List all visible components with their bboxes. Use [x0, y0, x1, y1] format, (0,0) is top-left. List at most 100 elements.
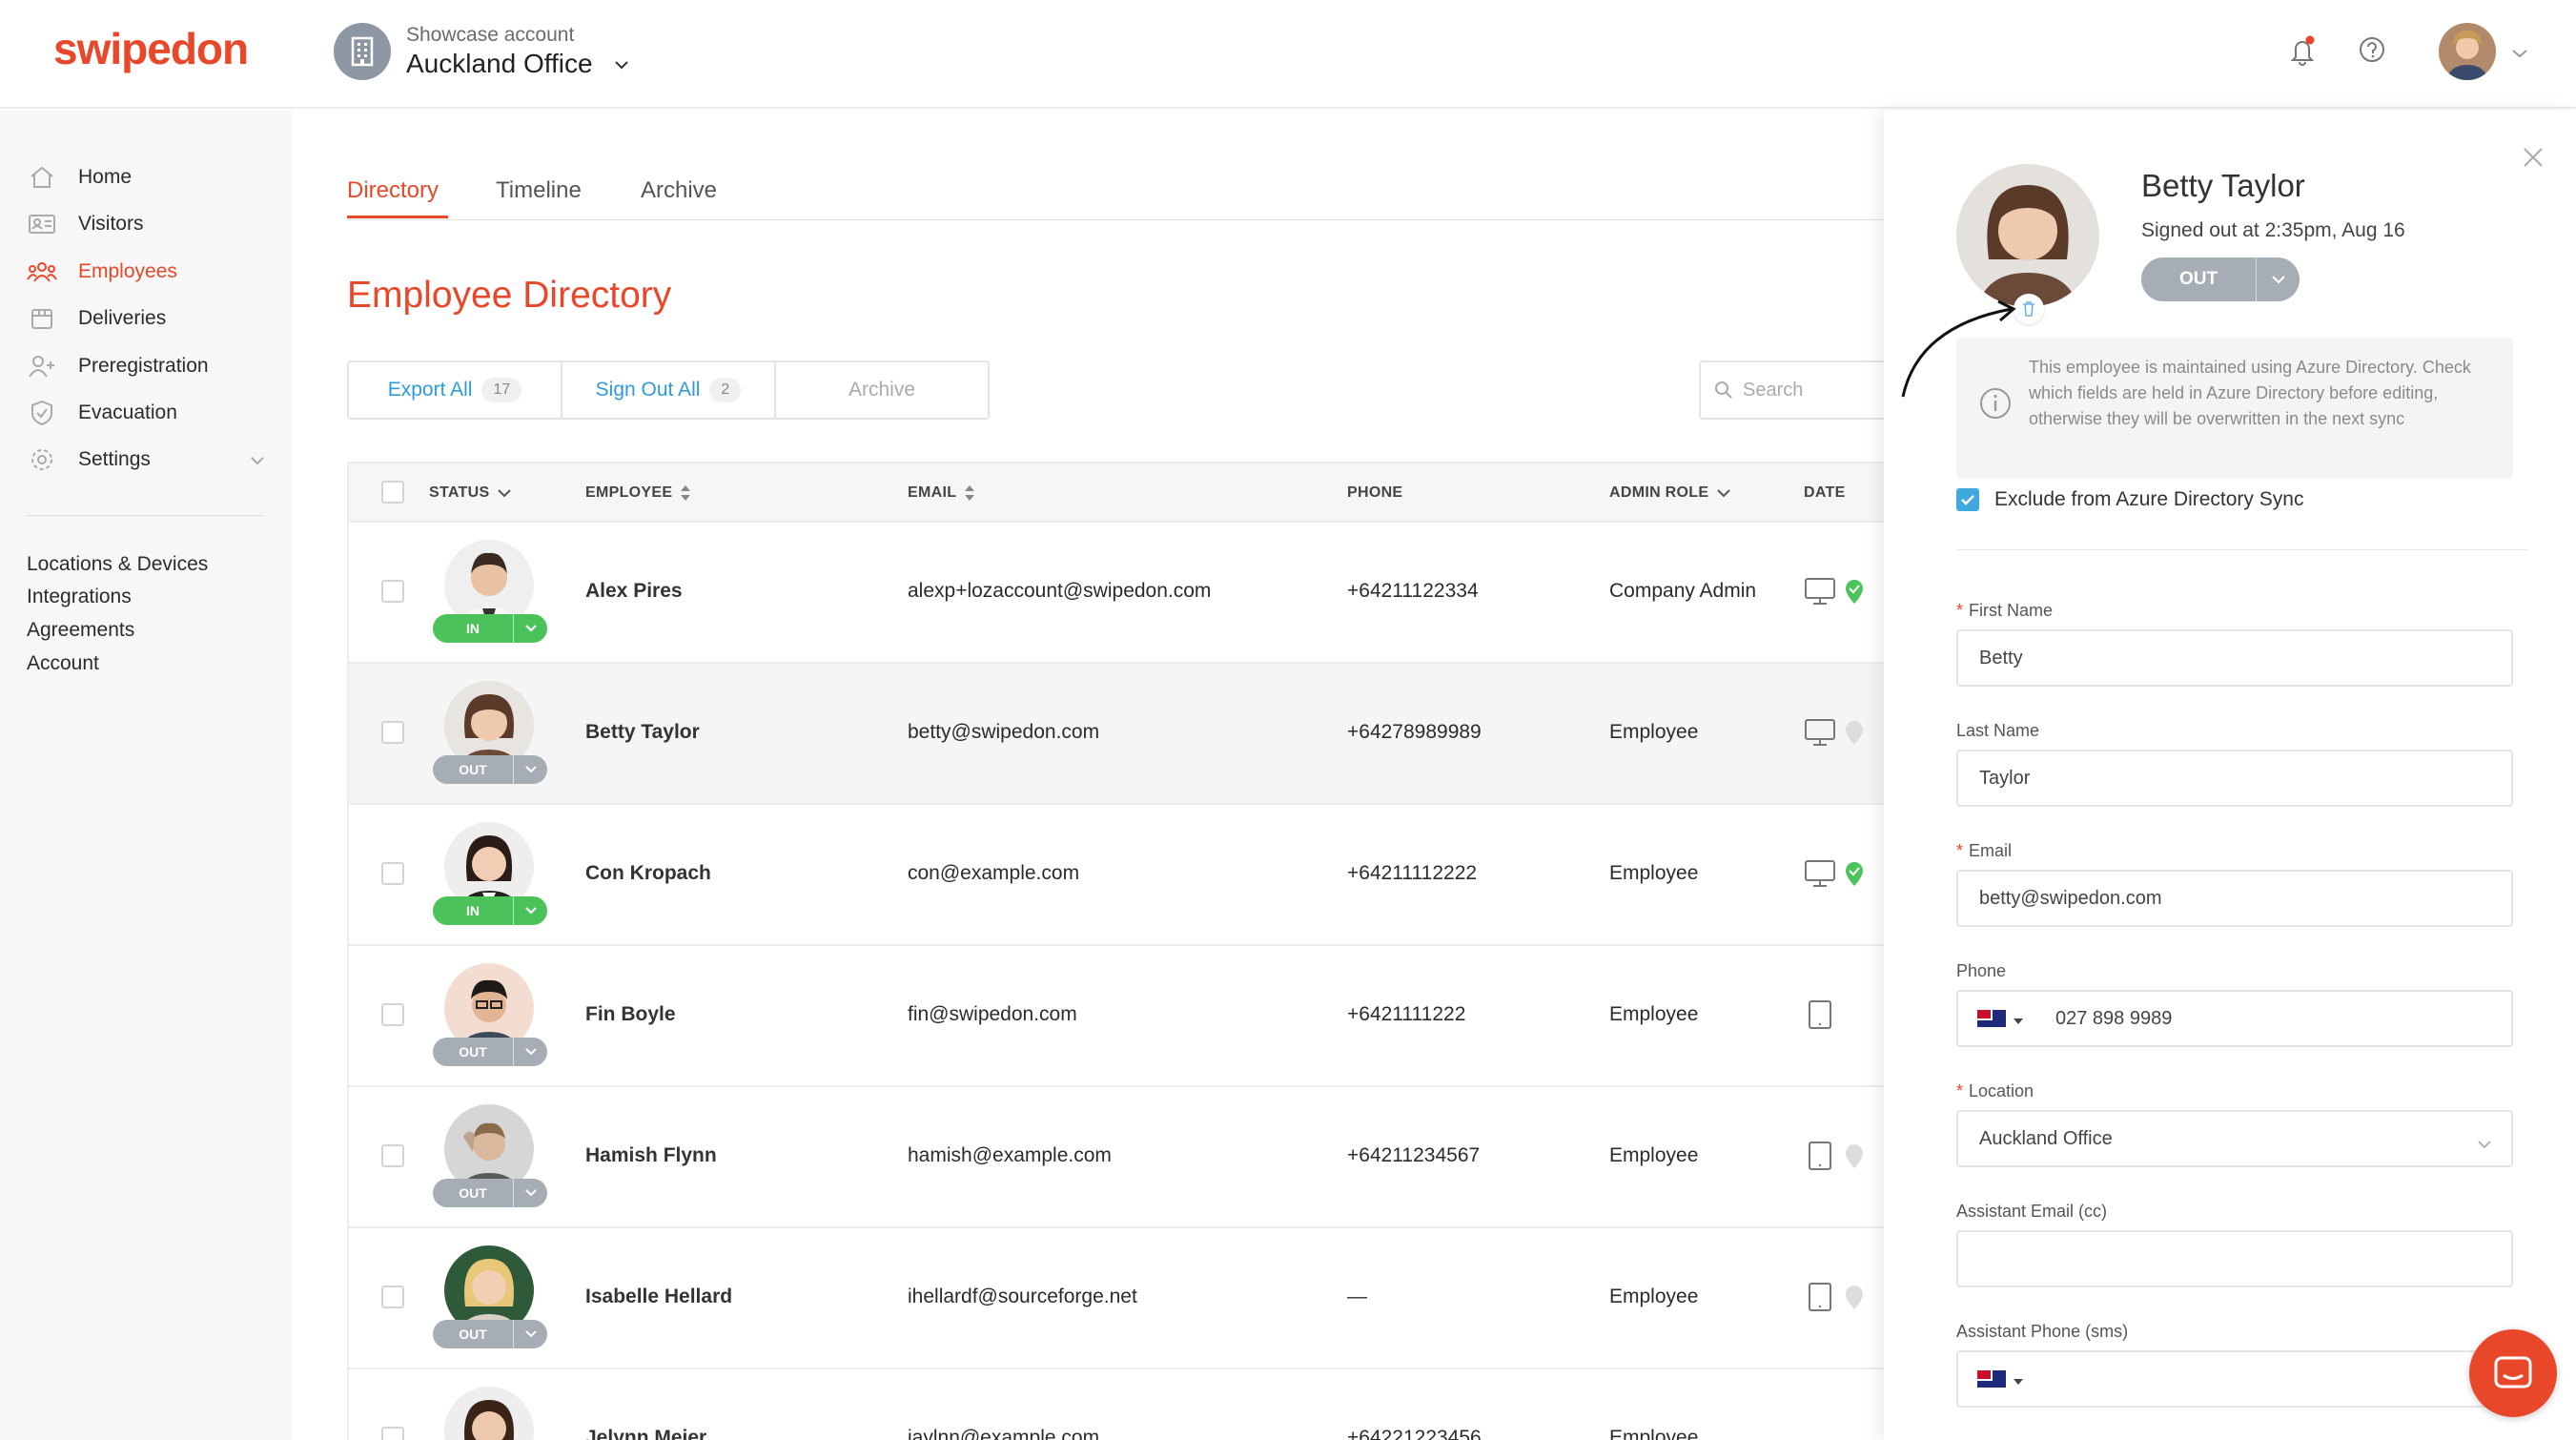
help-icon[interactable]	[2359, 36, 2385, 68]
employee-avatar	[440, 1387, 536, 1440]
notification-bell-icon[interactable]	[2288, 34, 2317, 72]
row-checkbox[interactable]	[381, 1144, 404, 1167]
table-row[interactable]: OUT Betty Taylor betty@swipedon.com +642…	[349, 664, 1888, 805]
tab-archive[interactable]: Archive	[641, 177, 717, 204]
employee-name[interactable]: Fin Boyle	[585, 1003, 676, 1026]
status-toggle[interactable]: OUT	[433, 1038, 547, 1066]
table-row[interactable]: OUT Hamish Flynn hamish@example.com +642…	[349, 1087, 1888, 1228]
phone-label: Phone	[1956, 961, 2007, 980]
status-toggle[interactable]: OUT	[2141, 257, 2300, 301]
employee-phone: +64221223456	[1347, 1427, 1482, 1440]
employee-phone: +64211122334	[1347, 580, 1479, 602]
table-row[interactable]: IN Alex Pires alexp+lozaccount@swipedon.…	[349, 523, 1888, 664]
user-avatar[interactable]	[2439, 23, 2496, 80]
employee-name[interactable]: Hamish Flynn	[585, 1144, 717, 1167]
chat-launcher-button[interactable]	[2469, 1329, 2557, 1417]
sidebar-link-agreements[interactable]: Agreements	[27, 619, 134, 642]
employee-email: ihellardf@sourceforge.net	[908, 1286, 1137, 1307]
sidebar-item-label: Settings	[78, 448, 151, 470]
column-header-status[interactable]: STATUS	[429, 484, 512, 502]
column-header-employee[interactable]: EMPLOYEE	[585, 484, 691, 502]
table-row[interactable]: OUT Isabelle Hellard ihellardf@sourcefor…	[349, 1228, 1888, 1369]
nz-flag-icon[interactable]	[1977, 1370, 2006, 1388]
location-pin-icon	[1846, 721, 1863, 745]
chevron-down-icon	[513, 755, 547, 784]
status-toggle[interactable]: IN	[433, 614, 547, 643]
employee-avatar: IN	[433, 540, 547, 645]
sidebar-link-account[interactable]: Account	[27, 652, 99, 675]
azure-info-text: This employee is maintained using Azure …	[2029, 358, 2471, 428]
visitor-card-icon	[27, 211, 57, 237]
device-status	[1804, 1141, 1872, 1171]
first-name-field[interactable]: Betty	[1956, 629, 2513, 687]
account-switcher[interactable]: Showcase account Auckland Office	[334, 23, 629, 80]
row-checkbox[interactable]	[381, 580, 404, 603]
status-toggle[interactable]: OUT	[433, 1320, 547, 1348]
employee-name[interactable]: Con Kropach	[585, 862, 711, 885]
row-checkbox[interactable]	[381, 1286, 404, 1308]
employee-name[interactable]: Jelynn Meier	[585, 1427, 706, 1440]
sign-out-all-button[interactable]: Sign Out All 2	[562, 362, 776, 418]
sidebar-item-visitors[interactable]: Visitors	[27, 205, 143, 243]
select-all-checkbox[interactable]	[381, 481, 404, 504]
row-checkbox[interactable]	[381, 721, 404, 744]
sidebar-link-locations-devices[interactable]: Locations & Devices	[27, 553, 208, 576]
assistant-email-label: Assistant Email (cc)	[1956, 1202, 2108, 1221]
sidebar-item-employees[interactable]: Employees	[27, 253, 177, 291]
sidebar-item-label: Deliveries	[78, 307, 167, 329]
export-all-button[interactable]: Export All 17	[349, 362, 562, 418]
table-row[interactable]: OUT Fin Boyle fin@swipedon.com +64211112…	[349, 946, 1888, 1087]
row-checkbox[interactable]	[381, 1003, 404, 1026]
sidebar-item-evacuation[interactable]: Evacuation	[27, 394, 177, 432]
chevron-down-icon	[614, 57, 629, 74]
status-toggle[interactable]: IN	[433, 896, 547, 925]
employee-name[interactable]: Betty Taylor	[585, 721, 700, 744]
column-header-admin-role[interactable]: ADMIN ROLE	[1609, 484, 1731, 502]
sidebar-item-settings[interactable]: Settings	[27, 441, 265, 479]
tab-directory[interactable]: Directory	[347, 177, 439, 204]
employee-role: Employee	[1609, 1144, 1699, 1166]
employee-table: STATUS EMPLOYEE EMAIL PHONE ADMIN ROLE D…	[347, 462, 1888, 1440]
column-header-phone: PHONE	[1347, 484, 1403, 501]
chevron-down-icon[interactable]	[2511, 46, 2528, 63]
phone-field[interactable]: 027 898 9989	[1956, 990, 2513, 1047]
location-value: Auckland Office	[1979, 1127, 2113, 1149]
status-toggle[interactable]: OUT	[433, 755, 547, 784]
row-checkbox[interactable]	[381, 1427, 404, 1440]
employee-phone: —	[1347, 1286, 1367, 1307]
column-header-email[interactable]: EMAIL	[908, 484, 975, 502]
employee-phone: +64278989989	[1347, 721, 1482, 743]
email-field[interactable]: betty@swipedon.com	[1956, 870, 2513, 927]
nz-flag-icon[interactable]	[1977, 1010, 2006, 1027]
table-row[interactable]: IN Con Kropach con@example.com +64211112…	[349, 805, 1888, 946]
row-checkbox[interactable]	[381, 862, 404, 885]
sidebar-item-deliveries[interactable]: Deliveries	[27, 299, 166, 338]
table-row[interactable]: Jelynn Meier jaylnn@example.com +6422122…	[349, 1369, 1888, 1440]
archive-button[interactable]: Archive	[776, 362, 988, 418]
chat-icon	[2494, 1356, 2532, 1389]
assistant-phone-field[interactable]	[1956, 1350, 2513, 1408]
assistant-email-field[interactable]	[1956, 1230, 2513, 1287]
tab-timeline[interactable]: Timeline	[496, 177, 582, 204]
swipedon-logo[interactable]: swipedon	[53, 23, 249, 74]
account-name: Auckland Office	[406, 49, 593, 78]
location-pin-icon	[1846, 862, 1863, 886]
employee-name-heading: Betty Taylor	[2141, 168, 2305, 203]
employee-name[interactable]: Isabelle Hellard	[585, 1286, 732, 1308]
employee-name[interactable]: Alex Pires	[585, 580, 683, 603]
employee-photo[interactable]	[1956, 164, 2099, 307]
employee-role: Employee	[1609, 721, 1699, 743]
chevron-down-icon	[513, 614, 547, 643]
exclude-azure-sync-checkbox[interactable]: Exclude from Azure Directory Sync	[1956, 488, 2303, 511]
tablet-icon	[1809, 1000, 1831, 1029]
delete-photo-icon[interactable]	[2014, 294, 2044, 324]
location-select[interactable]: Auckland Office	[1956, 1110, 2513, 1167]
sidebar-link-integrations[interactable]: Integrations	[27, 586, 132, 608]
sidebar-item-home[interactable]: Home	[27, 158, 132, 196]
close-icon[interactable]	[2523, 147, 2544, 173]
sidebar-item-preregistration[interactable]: Preregistration	[27, 347, 209, 385]
status-toggle[interactable]: OUT	[433, 1179, 547, 1207]
last-name-field[interactable]: Taylor	[1956, 750, 2513, 807]
column-header-date: DATE	[1804, 484, 1846, 501]
chevron-down-icon	[513, 1179, 547, 1207]
